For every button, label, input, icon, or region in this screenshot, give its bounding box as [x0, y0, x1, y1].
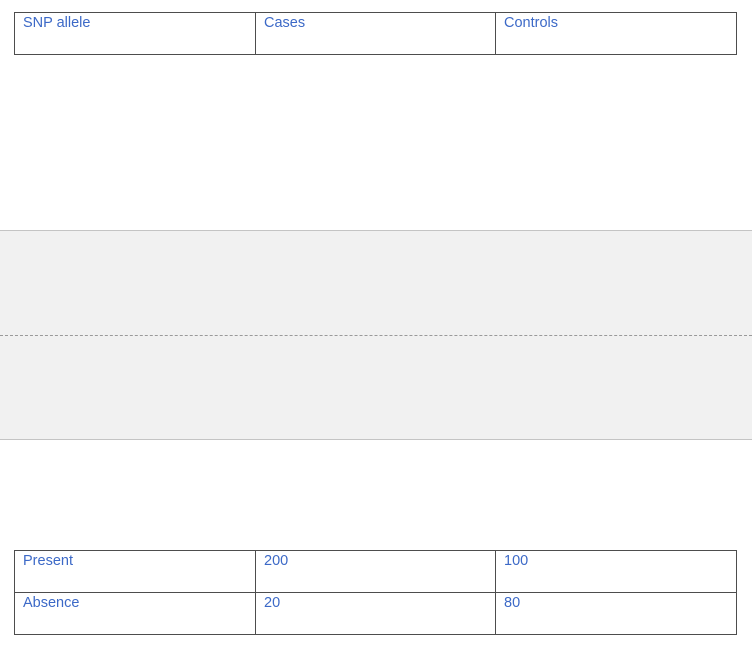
- table-row: SNP allele Cases Controls: [14, 12, 737, 55]
- table-cell[interactable]: Present: [14, 550, 256, 593]
- page-break-divider: [0, 335, 752, 336]
- page-break: [0, 230, 752, 440]
- table-cell[interactable]: 100: [495, 550, 737, 593]
- table-cell[interactable]: 80: [495, 592, 737, 635]
- data-table: Present 200 100 Absence 20 80: [14, 550, 737, 635]
- table-header-row: SNP allele Cases Controls: [14, 12, 737, 55]
- table-row: Present 200 100: [14, 550, 737, 593]
- table-cell[interactable]: 200: [255, 550, 496, 593]
- header-cell-snp-allele[interactable]: SNP allele: [14, 12, 256, 55]
- header-cell-controls[interactable]: Controls: [495, 12, 737, 55]
- table-cell[interactable]: Absence: [14, 592, 256, 635]
- table-cell[interactable]: 20: [255, 592, 496, 635]
- table-row: Absence 20 80: [14, 592, 737, 635]
- header-cell-cases[interactable]: Cases: [255, 12, 496, 55]
